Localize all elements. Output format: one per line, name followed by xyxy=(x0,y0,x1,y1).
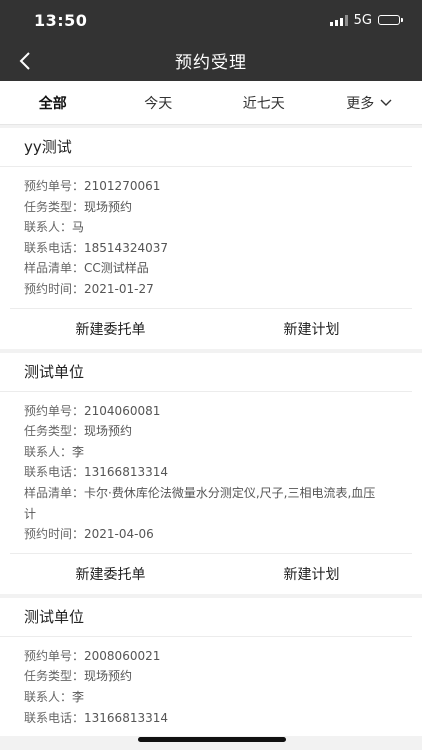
field-value: 2021-04-06 xyxy=(84,527,154,542)
status-bar: 13:50 5G xyxy=(0,0,422,40)
card-fields: 预约单号：2008060021 任务类型：现场预约 联系人：李 联系电话：131… xyxy=(0,637,422,736)
field-label: 预约单号： xyxy=(24,179,85,193)
tab-more[interactable]: 更多 xyxy=(317,93,422,113)
card-title: 测试单位 xyxy=(0,353,412,392)
field-value: 马 xyxy=(72,220,85,235)
back-button[interactable] xyxy=(12,48,38,74)
field-label: 预约单号： xyxy=(24,403,85,418)
field-value: 李 xyxy=(72,689,85,704)
filter-tabs: 全部 今天 近七天 更多 xyxy=(0,81,422,125)
field-value: 13166813314 xyxy=(84,465,168,480)
field-appointment-date: 预约时间：2021-04-06 xyxy=(24,524,422,545)
field-contact: 联系人：李 xyxy=(24,442,422,463)
field-task-type: 任务类型：现场预约 xyxy=(24,666,422,687)
tab-label: 更多 xyxy=(346,95,375,112)
company-name: 测试单位 xyxy=(24,362,85,381)
field-value: 现场预约 xyxy=(84,199,133,214)
tab-last-seven-days[interactable]: 近七天 xyxy=(211,93,317,113)
field-value: 18514324037 xyxy=(84,240,168,255)
new-plan-button[interactable]: 新建计划 xyxy=(211,554,412,594)
field-value: 现场预约 xyxy=(84,424,133,439)
field-order-number: 预约单号：2104060081 xyxy=(24,401,422,422)
tab-label: 近七天 xyxy=(242,95,285,112)
field-label: 联系电话： xyxy=(24,240,85,255)
tab-today[interactable]: 今天 xyxy=(106,93,212,113)
field-contact: 联系人：李 xyxy=(24,687,422,708)
signal-icon xyxy=(329,14,348,26)
field-sample-list: 样品清单：CC测试样品 xyxy=(24,258,422,279)
field-label: 任务类型： xyxy=(24,424,85,439)
top-bar: 13:50 5G 预约受理 xyxy=(0,0,422,81)
field-value: 2104060081 xyxy=(84,403,161,418)
status-time: 13:50 xyxy=(34,10,88,30)
field-label: 联系电话： xyxy=(24,710,85,725)
field-label: 联系人： xyxy=(24,220,73,235)
field-contact: 联系人：马 xyxy=(24,217,422,238)
field-value: 2021-01-27 xyxy=(84,281,154,296)
battery-icon xyxy=(378,15,403,25)
tab-label: 今天 xyxy=(144,95,173,112)
field-phone: 联系电话：13166813314 xyxy=(24,708,422,729)
company-name: 测试单位 xyxy=(24,607,85,626)
tab-label: 全部 xyxy=(38,95,67,112)
field-label: 联系电话： xyxy=(24,465,85,480)
nav-bar: 预约受理 xyxy=(0,40,422,81)
field-order-number: 预约单号：2101270061 xyxy=(24,176,422,197)
field-phone: 联系电话：13166813314 xyxy=(24,462,422,483)
new-plan-button[interactable]: 新建计划 xyxy=(211,309,412,349)
new-commission-button[interactable]: 新建委托单 xyxy=(10,554,211,594)
field-task-type: 任务类型：现场预约 xyxy=(24,197,422,218)
card-fields: 预约单号：2104060081 任务类型：现场预约 联系人：李 联系电话：131… xyxy=(0,392,422,553)
field-phone: 联系电话：18514324037 xyxy=(24,238,422,259)
appointment-card[interactable]: 测试单位 预约单号：2008060021 任务类型：现场预约 联系人：李 联系电… xyxy=(0,597,422,737)
field-value: 2008060021 xyxy=(84,648,161,663)
appointment-card[interactable]: yy测试 预约单号：2101270061 任务类型：现场预约 联系人：马 联系电… xyxy=(0,128,422,349)
field-value: 现场预约 xyxy=(84,669,133,684)
field-value: 李 xyxy=(72,444,85,459)
card-fields: 预约单号：2101270061 任务类型：现场预约 联系人：马 联系电话：185… xyxy=(0,167,422,308)
field-label: 任务类型： xyxy=(24,669,85,684)
appointment-list: yy测试 预约单号：2101270061 任务类型：现场预约 联系人：马 联系电… xyxy=(0,125,422,737)
field-value: CC测试样品 xyxy=(84,261,149,276)
field-value: 2101270061 xyxy=(84,179,161,193)
field-task-type: 任务类型：现场预约 xyxy=(24,421,422,442)
network-label: 5G xyxy=(353,12,372,28)
card-actions: 新建委托单 新建计划 xyxy=(10,307,412,349)
tab-all[interactable]: 全部 xyxy=(0,93,106,113)
field-label: 预约时间： xyxy=(24,281,85,296)
field-appointment-date: 预约时间：2021-01-27 xyxy=(24,279,422,300)
company-name: yy测试 xyxy=(24,138,72,156)
card-actions: 新建委托单 新建计划 xyxy=(10,552,412,594)
appointment-card[interactable]: 测试单位 预约单号：2104060081 任务类型：现场预约 联系人：李 联系电… xyxy=(0,352,422,594)
field-label: 预约单号： xyxy=(24,648,85,663)
field-label: 联系人： xyxy=(24,689,73,704)
chevron-down-icon xyxy=(380,99,392,106)
field-label: 预约时间： xyxy=(24,527,85,542)
card-title: yy测试 xyxy=(0,128,412,167)
status-indicators: 5G xyxy=(329,12,403,28)
field-label: 任务类型： xyxy=(24,199,85,214)
field-sample-list: 样品清单：卡尔·费休库伦法微量水分测定仪,尺子,三相电流表,血压计 xyxy=(24,483,422,524)
field-label: 样品清单： xyxy=(24,261,85,276)
field-label: 联系人： xyxy=(24,444,73,459)
new-commission-button[interactable]: 新建委托单 xyxy=(10,309,211,349)
home-indicator[interactable] xyxy=(138,737,286,742)
screen: 13:50 5G 预约受理 全部 今天 近七天 更多 yy测试 预约单号：210… xyxy=(0,0,422,750)
field-value: 13166813314 xyxy=(84,710,168,725)
field-label: 样品清单： xyxy=(24,485,85,500)
chevron-left-icon xyxy=(19,52,30,70)
page-title: 预约受理 xyxy=(175,53,247,73)
field-order-number: 预约单号：2008060021 xyxy=(24,646,422,667)
card-title: 测试单位 xyxy=(0,598,412,637)
